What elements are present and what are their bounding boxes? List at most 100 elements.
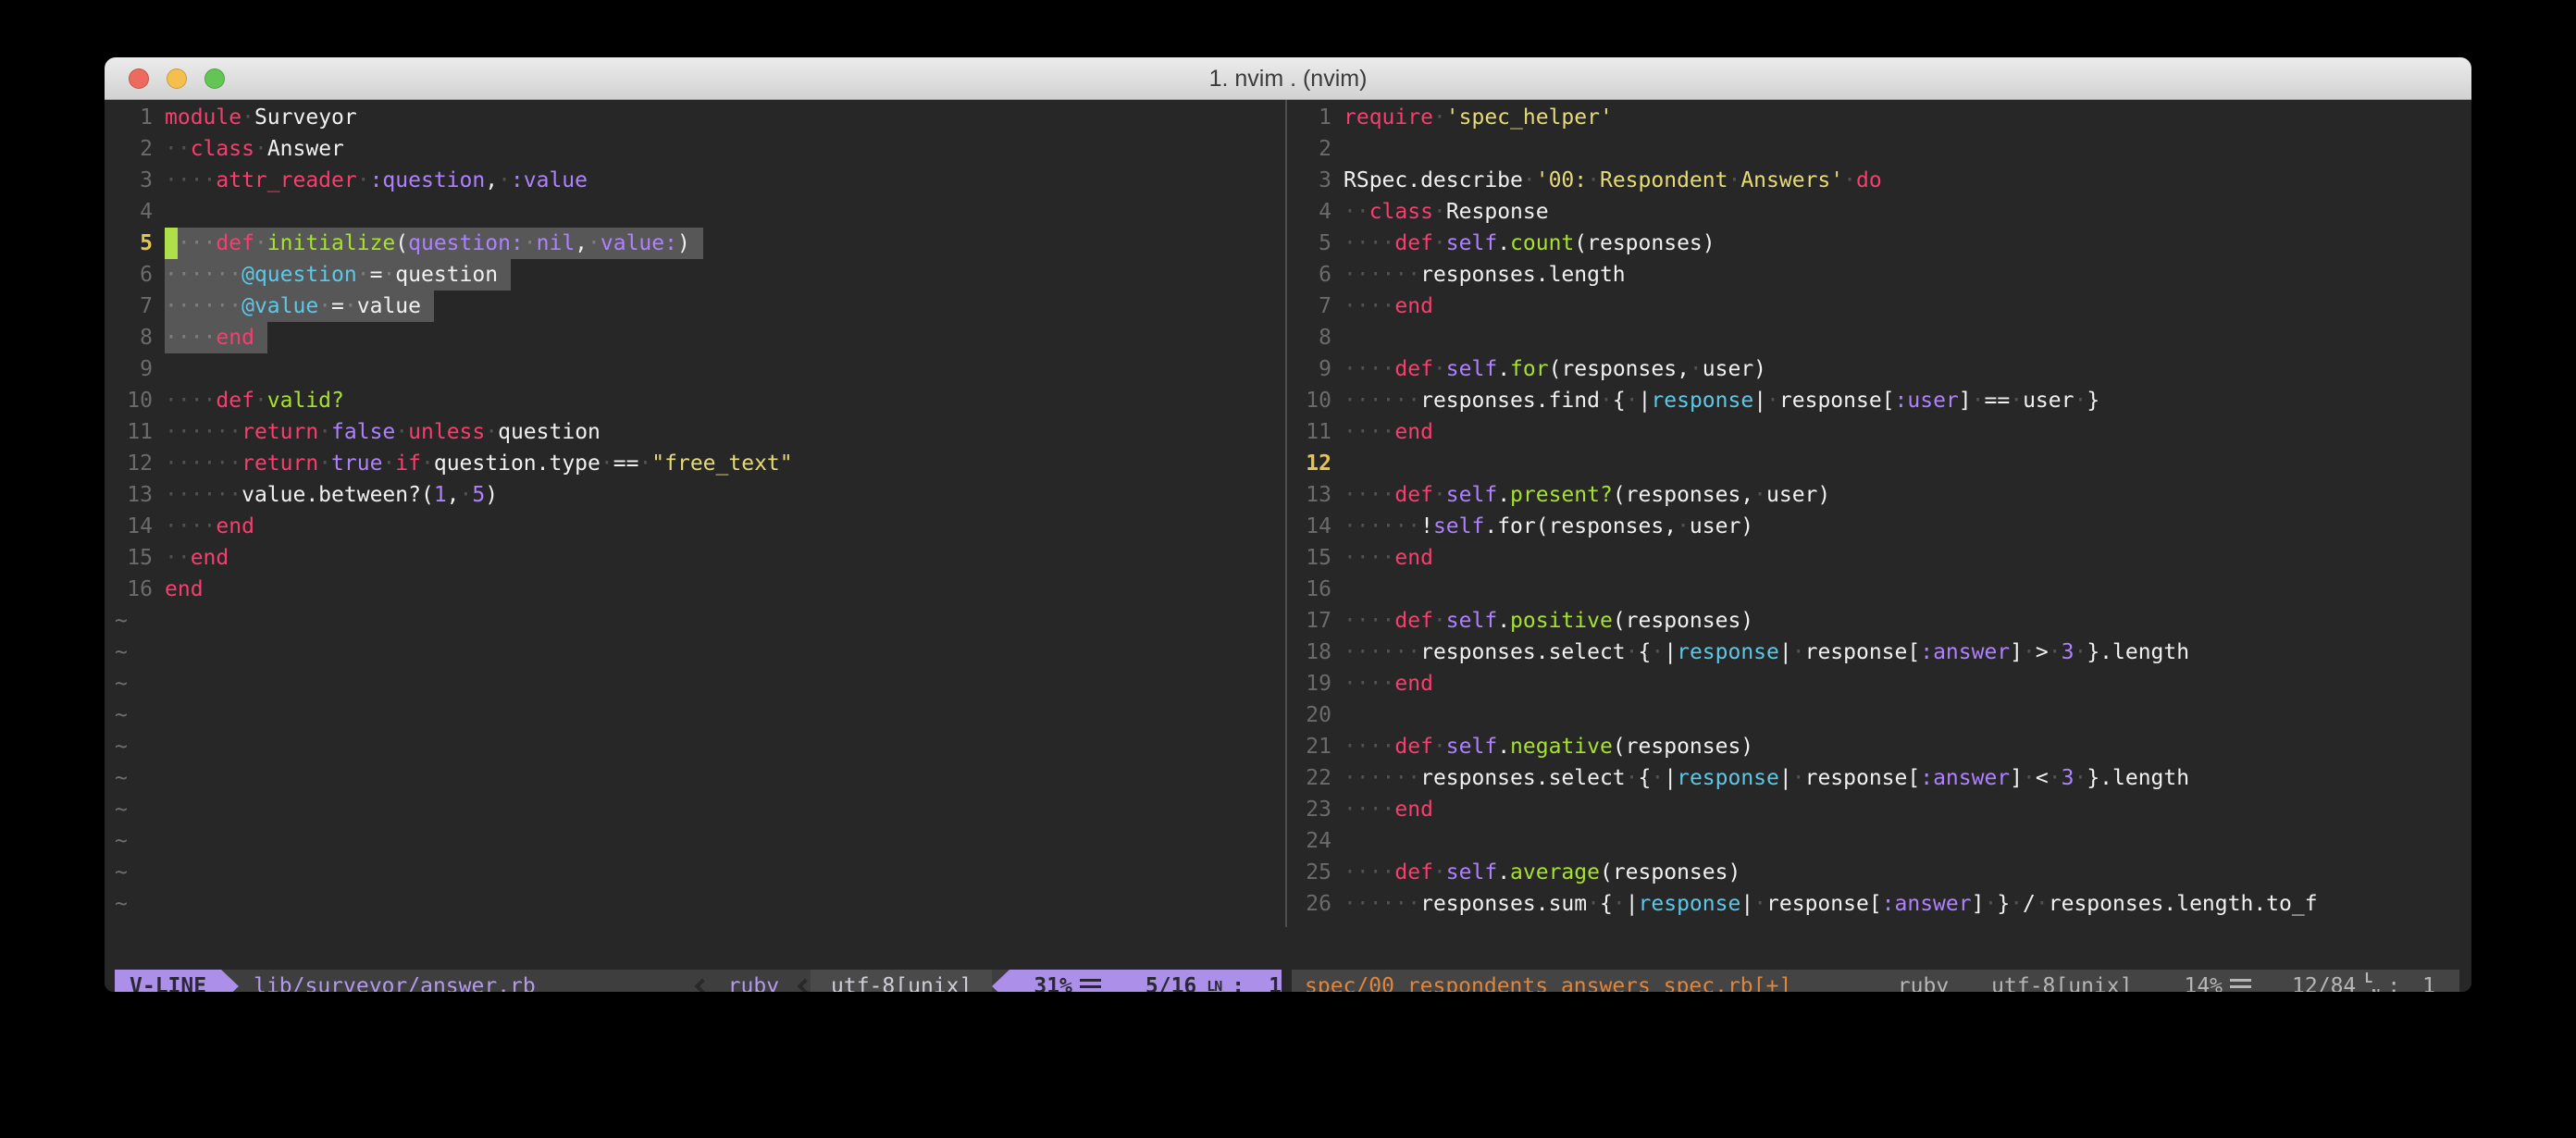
- code-line-6[interactable]: 6······@question·=·question: [115, 259, 1285, 291]
- file-path: spec/00_respondents_answers_spec.rb[+]: [1305, 974, 1791, 992]
- code-line-13[interactable]: 13······value.between?(1,·5): [115, 479, 1285, 511]
- code-line-4[interactable]: 4: [115, 196, 1285, 228]
- code-line-4[interactable]: 4··class·Response: [1294, 196, 2461, 228]
- line-number: 18: [1294, 637, 1331, 668]
- block-cursor: [165, 228, 178, 259]
- line-number: 25: [1294, 857, 1331, 888]
- code-text: ····end: [1344, 546, 1433, 570]
- empty-buffer-line: ~: [115, 699, 1285, 731]
- empty-buffer-line: ~: [115, 825, 1285, 857]
- empty-buffer-line: ~: [115, 637, 1285, 668]
- code-line-1[interactable]: 1module·Surveyor: [115, 102, 1285, 133]
- statusline-left: V-LINE lib/surveyor/answer.rb ruby utf-8…: [115, 970, 1282, 992]
- code-line-17[interactable]: 17····def·self.positive(responses): [1294, 605, 2461, 637]
- empty-buffer-line: ~: [115, 605, 1285, 637]
- line-number: 10: [115, 385, 153, 416]
- code-line-16[interactable]: 16: [1294, 574, 2461, 605]
- window-titlebar[interactable]: 1. nvim . (nvim): [105, 57, 2471, 100]
- mode-indicator: V-LINE: [115, 970, 221, 992]
- code-text: ······responses.length: [1344, 263, 1626, 287]
- line-number: 10: [1294, 385, 1331, 416]
- line-position: 12/84: [2292, 974, 2356, 992]
- code-line-10[interactable]: 10····def·valid?: [115, 385, 1285, 416]
- code-line-8[interactable]: 8····end: [115, 322, 1285, 353]
- empty-buffer-line: ~: [115, 888, 1285, 920]
- line-number: 3: [115, 165, 153, 196]
- code-line-8[interactable]: 8: [1294, 322, 2461, 353]
- code-line-6[interactable]: 6······responses.length: [1294, 259, 2461, 291]
- code-line-1[interactable]: 1require·'spec_helper': [1294, 102, 2461, 133]
- code-line-3[interactable]: 3 ····attr_reader·:question,·:value: [115, 165, 1285, 196]
- code-line-14[interactable]: 14······!self.for(responses,·user): [1294, 511, 2461, 542]
- code-line-11[interactable]: 11····end: [1294, 416, 2461, 448]
- code-line-5[interactable]: 5····def·initialize(question:·nil,·value…: [115, 228, 1285, 259]
- code-text: ······responses.find·{·|response|·respon…: [1344, 389, 2099, 413]
- code-line-12[interactable]: 12: [1294, 448, 2461, 479]
- code-line-12[interactable]: 12······return·true·if·question.type·==·…: [115, 448, 1285, 479]
- window-split-separator[interactable]: [1285, 100, 1287, 927]
- code-line-2[interactable]: 2: [1294, 133, 2461, 165]
- column-number: 1: [2422, 974, 2435, 992]
- powerline-chevron-icon: [694, 979, 710, 992]
- line-number: 13: [1294, 479, 1331, 511]
- code-text: ······@question·=·question: [165, 263, 498, 287]
- encoding-label: utf-8[unix]: [811, 970, 992, 992]
- code-line-13[interactable]: 13····def·self.present?(responses,·user): [1294, 479, 2461, 511]
- line-number: 23: [1294, 794, 1331, 825]
- code-line-16[interactable]: 16 end: [115, 574, 1285, 605]
- code-line-26[interactable]: 26······responses.sum·{·|response|·respo…: [1294, 888, 2461, 920]
- code-text: ····attr_reader·:question,·:value: [165, 168, 588, 192]
- code-line-19[interactable]: 19····end: [1294, 668, 2461, 699]
- code-line-15[interactable]: 15····end: [1294, 542, 2461, 574]
- code-line-11[interactable]: 11······return·false·unless·question: [115, 416, 1285, 448]
- code-line-23[interactable]: 23····end: [1294, 794, 2461, 825]
- line-number: 16: [115, 574, 153, 605]
- lines-icon: [2230, 979, 2251, 993]
- right-editor-pane[interactable]: 1require·'spec_helper'23RSpec.describe·'…: [1294, 102, 2461, 920]
- code-line-25[interactable]: 25····def·self.average(responses): [1294, 857, 2461, 888]
- empty-buffer-line: ~: [115, 668, 1285, 699]
- code-line-24[interactable]: 24: [1294, 825, 2461, 857]
- lines-icon: [1080, 979, 1101, 993]
- line-number: 1: [115, 102, 153, 133]
- code-text: ····end: [165, 326, 254, 350]
- code-text: ····end: [165, 514, 254, 538]
- code-text: ····def·self.count(responses): [1344, 231, 1715, 255]
- code-line-2[interactable]: 2 ··class·Answer: [115, 133, 1285, 165]
- code-line-3[interactable]: 3RSpec.describe·'00:·Respondent·Answers'…: [1294, 165, 2461, 196]
- code-line-15[interactable]: 15··end: [115, 542, 1285, 574]
- code-text: ······responses.select·{·|response|·resp…: [1344, 640, 2189, 664]
- line-number: 21: [1294, 731, 1331, 762]
- code-text: ····end: [1344, 672, 1433, 696]
- left-editor-pane[interactable]: 1module·Surveyor2 ··class·Answer 3 ····attr…: [115, 102, 1285, 920]
- code-line-21[interactable]: 21····def·self.negative(responses): [1294, 731, 2461, 762]
- line-number: 12: [115, 448, 153, 479]
- line-number: 9: [115, 353, 153, 385]
- line-number: 2: [115, 133, 153, 165]
- line-number: 24: [1294, 825, 1331, 857]
- code-text: ······responses.select·{·|response|·resp…: [1344, 766, 2189, 790]
- code-line-10[interactable]: 10 ······responses.find·{·|response|·resp…: [1294, 385, 2461, 416]
- code-text: ··class·Answer: [165, 137, 344, 161]
- empty-buffer-line: ~: [115, 857, 1285, 888]
- code-text: end: [165, 577, 204, 601]
- line-number: 4: [115, 196, 153, 228]
- powerline-arrow-icon: [221, 970, 239, 992]
- line-number: 22: [1294, 762, 1331, 794]
- line-number: 7: [1294, 291, 1331, 322]
- line-number: 26: [1294, 888, 1331, 920]
- code-line-7[interactable]: 7····end: [1294, 291, 2461, 322]
- code-line-9[interactable]: 9: [115, 353, 1285, 385]
- scroll-percent: 31%: [1034, 970, 1072, 992]
- line-number: 2: [1294, 133, 1331, 165]
- filetype-label: ruby: [1898, 974, 1949, 992]
- code-line-20[interactable]: 20: [1294, 699, 2461, 731]
- code-text: require·'spec_helper': [1344, 105, 1613, 130]
- code-line-14[interactable]: 14····end: [115, 511, 1285, 542]
- code-line-7[interactable]: 7······@value·=·value: [115, 291, 1285, 322]
- code-line-9[interactable]: 9····def·self.for(responses,·user): [1294, 353, 2461, 385]
- code-line-5[interactable]: 5····def·self.count(responses): [1294, 228, 2461, 259]
- code-line-18[interactable]: 18 ······responses.select·{·|response|·re…: [1294, 637, 2461, 668]
- line-number: 20: [1294, 699, 1331, 731]
- code-line-22[interactable]: 22 ······responses.select·{·|response|·re…: [1294, 762, 2461, 794]
